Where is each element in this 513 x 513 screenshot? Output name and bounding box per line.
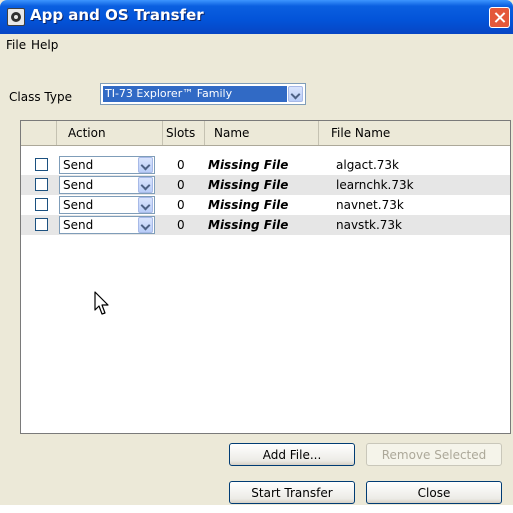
action-value: Send <box>63 178 94 192</box>
row-checkbox[interactable] <box>35 158 48 171</box>
class-type-label: Class Type <box>9 90 72 104</box>
class-type-dropdown[interactable]: TI-73 Explorer™ Family <box>100 83 306 105</box>
close-window-button[interactable] <box>489 7 510 28</box>
action-dropdown[interactable]: Send <box>59 156 155 174</box>
table-row[interactable]: Send 0 Missing File navstk.73k <box>21 215 510 235</box>
header-select[interactable] <box>21 121 57 145</box>
slots-cell: 0 <box>177 158 185 172</box>
file-table: Action Slots Name File Name Send 0 Missi… <box>20 120 511 434</box>
file-name-cell: algact.73k <box>336 158 399 172</box>
row-checkbox[interactable] <box>35 198 48 211</box>
header-action[interactable]: Action <box>57 121 163 145</box>
file-name-cell: navnet.73k <box>336 198 404 212</box>
name-cell: Missing File <box>208 198 289 212</box>
table-row[interactable]: Send 0 Missing File navnet.73k <box>21 195 510 215</box>
table-row[interactable]: Send 0 Missing File learnchk.73k <box>21 175 510 195</box>
remove-selected-button[interactable]: Remove Selected <box>366 443 502 466</box>
chevron-down-icon[interactable] <box>138 157 153 173</box>
mouse-pointer-icon <box>94 291 109 315</box>
file-name-cell: navstk.73k <box>336 218 402 232</box>
action-value: Send <box>63 198 94 212</box>
table-header: Action Slots Name File Name <box>21 121 510 146</box>
slots-cell: 0 <box>177 178 185 192</box>
header-slots[interactable]: Slots <box>163 121 205 145</box>
class-type-value: TI-73 Explorer™ Family <box>103 86 287 102</box>
header-file-name[interactable]: File Name <box>319 121 510 145</box>
start-transfer-button[interactable]: Start Transfer <box>229 481 355 504</box>
slots-cell: 0 <box>177 218 185 232</box>
menu-bar: File Help <box>0 34 513 56</box>
action-value: Send <box>63 218 94 232</box>
chevron-down-icon[interactable] <box>138 197 153 213</box>
menu-help[interactable]: Help <box>31 38 58 52</box>
chevron-down-icon[interactable] <box>138 217 153 233</box>
window-title: App and OS Transfer <box>30 6 204 24</box>
name-cell: Missing File <box>208 178 289 192</box>
row-checkbox[interactable] <box>35 218 48 231</box>
chevron-down-icon[interactable] <box>138 177 153 193</box>
action-dropdown[interactable]: Send <box>59 176 155 194</box>
title-bar[interactable]: App and OS Transfer <box>0 0 513 34</box>
table-row[interactable]: Send 0 Missing File algact.73k <box>21 155 510 175</box>
action-dropdown[interactable]: Send <box>59 196 155 214</box>
close-button[interactable]: Close <box>366 481 502 504</box>
slots-cell: 0 <box>177 198 185 212</box>
name-cell: Missing File <box>208 218 289 232</box>
row-checkbox[interactable] <box>35 178 48 191</box>
chevron-down-icon[interactable] <box>288 86 303 102</box>
action-value: Send <box>63 158 94 172</box>
action-dropdown[interactable]: Send <box>59 216 155 234</box>
header-name[interactable]: Name <box>205 121 319 145</box>
file-name-cell: learnchk.73k <box>336 178 414 192</box>
add-file-button[interactable]: Add File... <box>229 443 355 466</box>
name-cell: Missing File <box>208 158 289 172</box>
menu-file[interactable]: File <box>6 38 26 52</box>
app-icon <box>7 8 25 26</box>
app-os-transfer-window: App and OS Transfer File Help Class Type… <box>0 0 513 505</box>
